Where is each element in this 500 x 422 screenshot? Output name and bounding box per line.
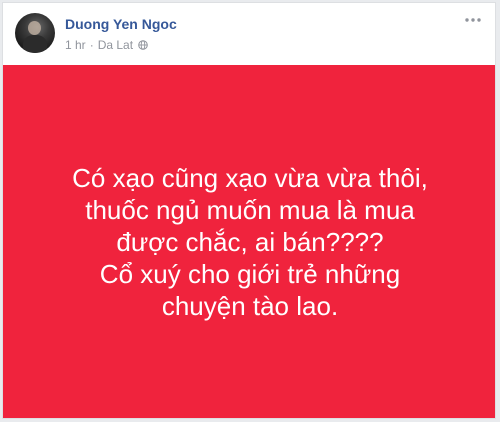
globe-icon[interactable] — [138, 40, 148, 50]
more-options-icon[interactable] — [461, 9, 485, 25]
author-name[interactable]: Duong Yen Ngoc — [65, 16, 177, 32]
post-text: Có xạo cũng xạo vừa vừa thôi, thuốc ngủ … — [15, 162, 485, 322]
post-location[interactable]: Da Lat — [98, 38, 133, 52]
post-text-line: được chắc, ai bán???? — [116, 226, 384, 257]
avatar[interactable] — [15, 13, 55, 53]
post-card: Duong Yen Ngoc 1 hr · Da Lat Có xạo cũng… — [2, 2, 496, 419]
post-text-line: Có xạo cũng xạo vừa vừa thôi, — [72, 162, 428, 193]
post-background: Có xạo cũng xạo vừa vừa thôi, thuốc ngủ … — [3, 65, 495, 418]
post-text-line: chuyện tào lao. — [161, 290, 339, 321]
post-header: Duong Yen Ngoc 1 hr · Da Lat — [3, 3, 495, 65]
meta-separator: · — [89, 38, 94, 52]
post-text-line: Cổ xuý cho giới trẻ những — [99, 258, 401, 289]
post-text-line: thuốc ngủ muốn mua là mua — [85, 194, 415, 225]
post-time[interactable]: 1 hr — [65, 38, 86, 52]
post-meta: 1 hr · Da Lat — [65, 38, 148, 52]
